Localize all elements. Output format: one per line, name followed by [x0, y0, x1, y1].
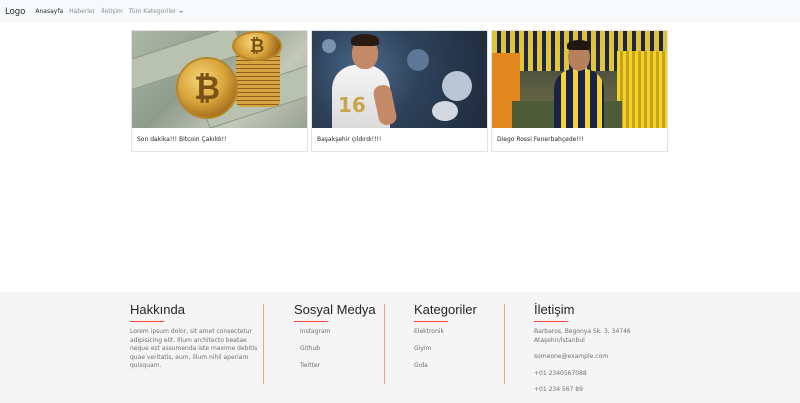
player-hair	[567, 40, 591, 50]
news-card-title: Son dakika!!! Bitcoin Çakıldı!!	[137, 136, 227, 143]
about-text: Lorem ipsum dolor, sit amet consectetur …	[130, 328, 258, 369]
player-jersey	[554, 69, 604, 128]
news-image-stadium	[492, 31, 667, 128]
footer-heading-categories: Kategoriler	[414, 302, 477, 317]
bitcoin-coin-icon: ₿	[232, 31, 282, 61]
footer-heading-about: Hakkında	[130, 302, 185, 317]
crowd-blur	[322, 39, 336, 53]
news-card-fenerbahce[interactable]: Diego Rossi Fenerbahçede!!!	[491, 30, 668, 152]
nav-link-news[interactable]: Haberler	[69, 8, 95, 15]
contact-address-line2: Ataşehir/İstanbul	[534, 336, 585, 344]
stadium-railing	[617, 51, 667, 128]
social-link-twitter[interactable]: Twitter	[294, 362, 379, 371]
news-card-bitcoin[interactable]: ₿ ₿ Son dakika!!! Bitcoin Çakıldı!!	[131, 30, 308, 152]
social-link-github[interactable]: Github	[294, 345, 379, 354]
crowd-blur	[432, 101, 458, 121]
nav-link-home[interactable]: Anasayfa	[35, 8, 63, 15]
footer-heading-social: Sosyal Medya	[294, 302, 376, 317]
news-cards: ₿ ₿ Son dakika!!! Bitcoin Çakıldı!! 16 B…	[131, 30, 668, 152]
heading-underline	[130, 321, 164, 322]
heading-underline	[294, 321, 328, 322]
heading-underline	[414, 321, 448, 322]
social-links: Instagram Github Twitter	[294, 328, 379, 371]
nav-dropdown-categories[interactable]: Tüm Kategoriler	[128, 8, 184, 15]
category-links: Elektronik Giyim Gıda	[414, 328, 499, 371]
category-link-electronics[interactable]: Elektronik	[414, 328, 499, 337]
crowd-blur	[407, 49, 429, 71]
news-image-player: 16	[312, 31, 487, 128]
news-card-title: Başakşehir çıldırdı!!!!	[317, 136, 382, 143]
footer-contact: İletişim Barbaros, Begonya Sk. 3, 34746 …	[534, 302, 664, 403]
footer-divider	[504, 304, 505, 384]
footer-divider	[384, 304, 385, 384]
player-hair	[351, 34, 379, 46]
contact-phone-secondary[interactable]: +01 234 567 89	[534, 386, 664, 395]
footer-divider	[263, 304, 264, 384]
brand-logo[interactable]: Logo	[5, 7, 25, 17]
category-link-food[interactable]: Gıda	[414, 362, 499, 371]
nav-link-contact[interactable]: İletişim	[101, 8, 123, 15]
navbar: Logo Anasayfa Haberler İletişim Tüm Kate…	[0, 0, 800, 23]
footer-about: Hakkında Lorem ipsum dolor, sit amet con…	[130, 302, 258, 371]
social-link-instagram[interactable]: Instagram	[294, 328, 379, 337]
news-image-bitcoin: ₿ ₿	[132, 31, 307, 128]
bitcoin-coin-icon: ₿	[176, 57, 238, 119]
contact-phone-primary[interactable]: +01 2340567088	[534, 370, 664, 379]
footer-social: Sosyal Medya Instagram Github Twitter	[294, 302, 379, 379]
jersey-number: 16	[338, 93, 366, 117]
nav-dropdown-label: Tüm Kategoriler	[128, 8, 177, 15]
news-card-basaksehir[interactable]: 16 Başakşehir çıldırdı!!!!	[311, 30, 488, 152]
footer-categories: Kategoriler Elektronik Giyim Gıda	[414, 302, 499, 379]
chevron-down-icon	[179, 10, 184, 13]
contact-address-line1: Barbaros, Begonya Sk. 3, 34746	[534, 328, 631, 335]
crowd-blur	[442, 71, 472, 101]
heading-underline	[534, 321, 568, 322]
footer: Hakkında Lorem ipsum dolor, sit amet con…	[0, 292, 800, 403]
category-link-clothing[interactable]: Giyim	[414, 345, 499, 354]
contact-email[interactable]: someone@example.com	[534, 353, 664, 362]
news-card-title: Diego Rossi Fenerbahçede!!!	[497, 136, 584, 143]
footer-heading-contact: İletişim	[534, 302, 575, 317]
